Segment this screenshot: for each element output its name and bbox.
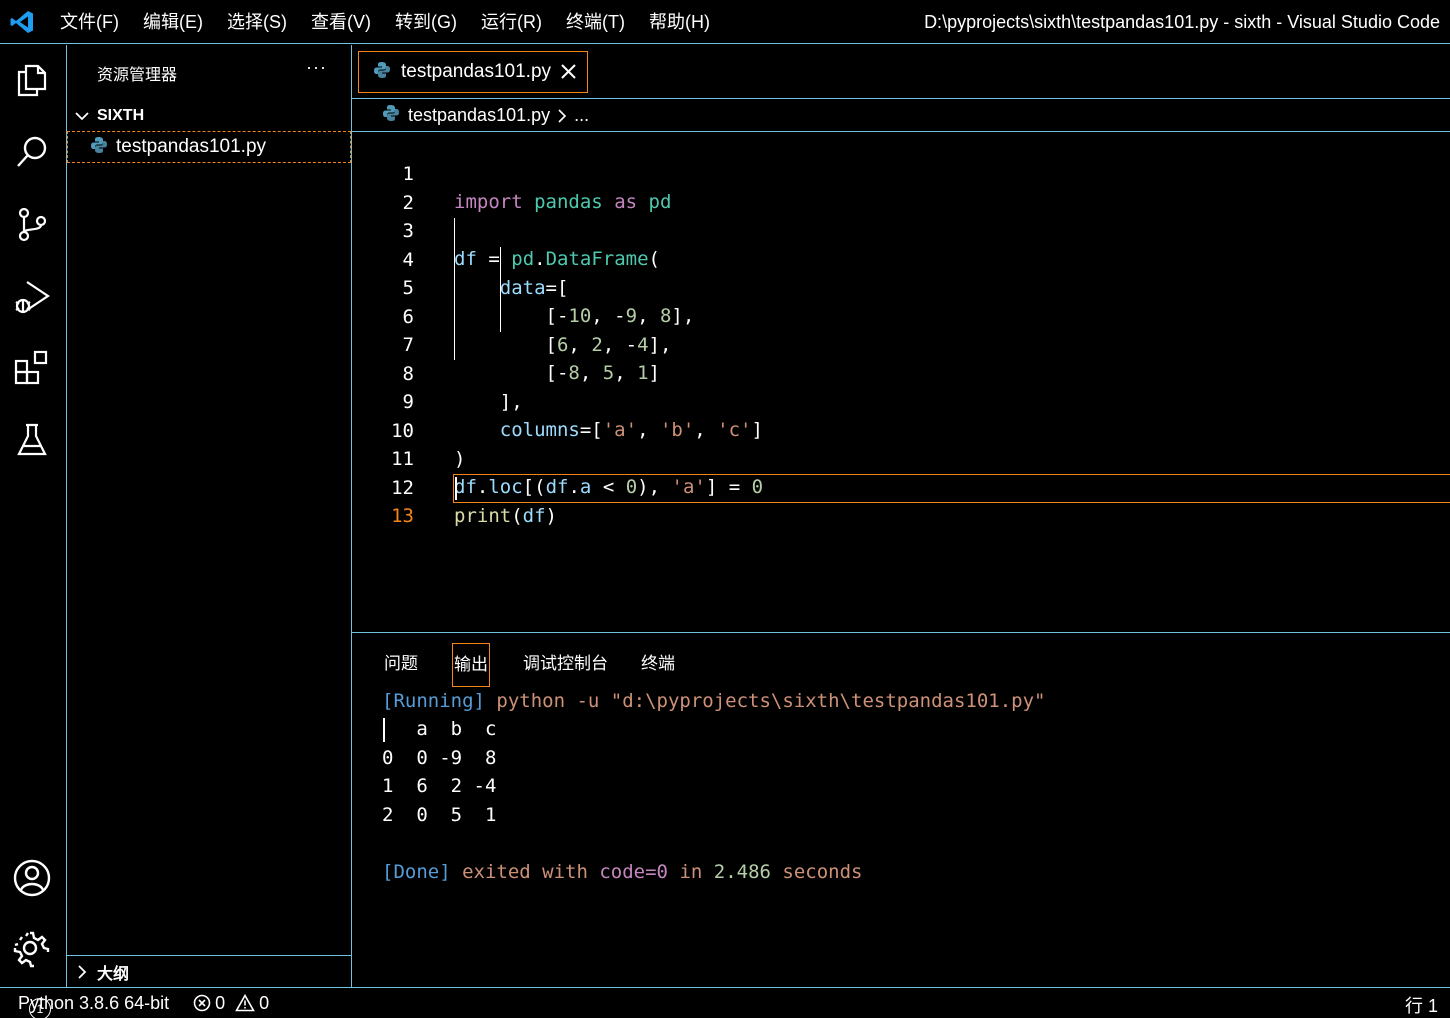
menu-terminal[interactable]: 终端(T): [554, 0, 637, 44]
code-line: 4 data=[: [352, 218, 1450, 299]
text-cursor: [455, 477, 457, 500]
folder-section-header[interactable]: SIXTH: [67, 103, 352, 129]
code-line: 3 df = pd.DataFrame(: [352, 189, 1450, 270]
close-icon[interactable]: [559, 60, 579, 84]
tab-problems[interactable]: 问题: [384, 643, 418, 687]
output-panel: 问题 输出 调试控制台 终端 [Running] python -u "d:\p…: [352, 632, 1450, 987]
outline-section-header[interactable]: 大纲: [67, 955, 352, 987]
editor-tab-bar: testpandas101.py: [352, 45, 1450, 99]
extensions-icon[interactable]: [12, 348, 52, 388]
window-title: D:\pyprojects\sixth\testpandas101.py - s…: [924, 12, 1440, 32]
status-bar: Python 3.8.6 64-bit 0 0 行 1: [0, 987, 1450, 1018]
warning-count: 0: [259, 992, 270, 1013]
breadcrumb: testpandas101.py ...: [352, 100, 1450, 132]
file-name: testpandas101.py: [116, 136, 267, 157]
code-editor[interactable]: 1 import pandas as pd 2 3 df = pd.DataFr…: [352, 132, 1450, 632]
more-actions-icon[interactable]: ···: [306, 57, 327, 78]
line-number-active: 13: [391, 505, 414, 527]
warning-icon: [235, 994, 255, 1012]
output-table-row: 2 0 5 1: [382, 804, 497, 826]
output-table-header: a b c: [382, 718, 497, 742]
output-running-line: [Running] python -u "d:\pyprojects\sixth…: [382, 687, 1045, 715]
chevron-right-icon: [67, 964, 97, 980]
breadcrumb-symbols[interactable]: ...: [574, 105, 589, 126]
code-line: 12 print(df): [352, 446, 1450, 527]
code-line: 9 columns=['a', 'b', 'c']: [352, 360, 1450, 441]
running-command: python -u "d:\pyprojects\sixth\testpanda…: [484, 690, 1046, 712]
python-interpreter[interactable]: Python 3.8.6 64-bit: [18, 993, 169, 1014]
source-control-icon[interactable]: [12, 204, 52, 244]
search-icon[interactable]: [12, 132, 52, 172]
files-icon[interactable]: [12, 60, 52, 100]
tab-debug-console[interactable]: 调试控制台: [523, 643, 608, 687]
activity-bar: 1: [0, 45, 67, 1018]
chevron-right-icon: [556, 108, 568, 124]
explorer-title: 资源管理器: [97, 67, 178, 84]
cursor-position[interactable]: 行 1: [1405, 992, 1438, 1018]
testing-icon[interactable]: [12, 420, 52, 460]
menu-bar: 文件(F) 编辑(E) 选择(S) 查看(V) 转到(G) 运行(R) 终端(T…: [48, 0, 722, 44]
chevron-down-icon: [67, 108, 97, 124]
code-line: 7 [-8, 5, 1]: [352, 303, 1450, 384]
folder-name: SIXTH: [97, 107, 145, 124]
output-done-line: [Done] exited with code=0 in 2.486 secon…: [382, 861, 863, 883]
code-line: 11 df.loc[(df.a < 0), 'a'] = 0: [352, 417, 1450, 498]
python-file-icon: [90, 136, 108, 159]
run-debug-icon[interactable]: [12, 276, 52, 316]
menu-view[interactable]: 查看(V): [299, 0, 383, 44]
code-line: 6 [6, 2, -4],: [352, 275, 1450, 356]
code-line: 1 import pandas as pd: [352, 132, 1450, 213]
settings-gear-icon[interactable]: [12, 930, 52, 970]
outline-title: 大纲: [97, 965, 130, 983]
code-line: 2: [352, 161, 1450, 214]
account-icon[interactable]: [12, 858, 52, 898]
output-table-row: 0 0 -9 8: [382, 747, 497, 769]
tab-terminal[interactable]: 终端: [641, 643, 675, 687]
menu-selection[interactable]: 选择(S): [215, 0, 299, 44]
explorer-sidebar: 资源管理器 ··· SIXTH testpandas101.py 大纲: [67, 45, 352, 987]
menu-run[interactable]: 运行(R): [469, 0, 554, 44]
error-icon: [193, 994, 211, 1012]
menu-file[interactable]: 文件(F): [48, 0, 131, 44]
output-table-row: 1 6 2 -4: [382, 775, 497, 797]
title-bar: 文件(F) 编辑(E) 选择(S) 查看(V) 转到(G) 运行(R) 终端(T…: [0, 0, 1450, 44]
menu-go[interactable]: 转到(G): [383, 0, 469, 44]
breadcrumb-file[interactable]: testpandas101.py: [408, 105, 550, 126]
running-tag: [Running]: [382, 690, 485, 712]
problems-status[interactable]: 0 0: [193, 993, 269, 1014]
menu-help[interactable]: 帮助(H): [637, 0, 722, 44]
python-file-icon: [382, 104, 400, 127]
file-tree-item[interactable]: testpandas101.py: [67, 131, 351, 163]
vscode-logo-icon: [0, 0, 44, 44]
code-line: 10 ): [352, 389, 1450, 470]
code-line: 5 [-10, -9, 8],: [352, 246, 1450, 327]
editor-tab[interactable]: testpandas101.py: [358, 51, 588, 93]
code-line: 8 ],: [352, 332, 1450, 413]
tab-output[interactable]: 输出: [452, 643, 490, 687]
error-count: 0: [215, 992, 226, 1013]
menu-edit[interactable]: 编辑(E): [131, 0, 215, 44]
code-text: print(df): [454, 504, 557, 527]
current-line-highlight: [453, 474, 1450, 503]
output-caret: [383, 718, 385, 742]
python-file-icon: [373, 61, 391, 84]
tab-label: testpandas101.py: [401, 61, 552, 82]
